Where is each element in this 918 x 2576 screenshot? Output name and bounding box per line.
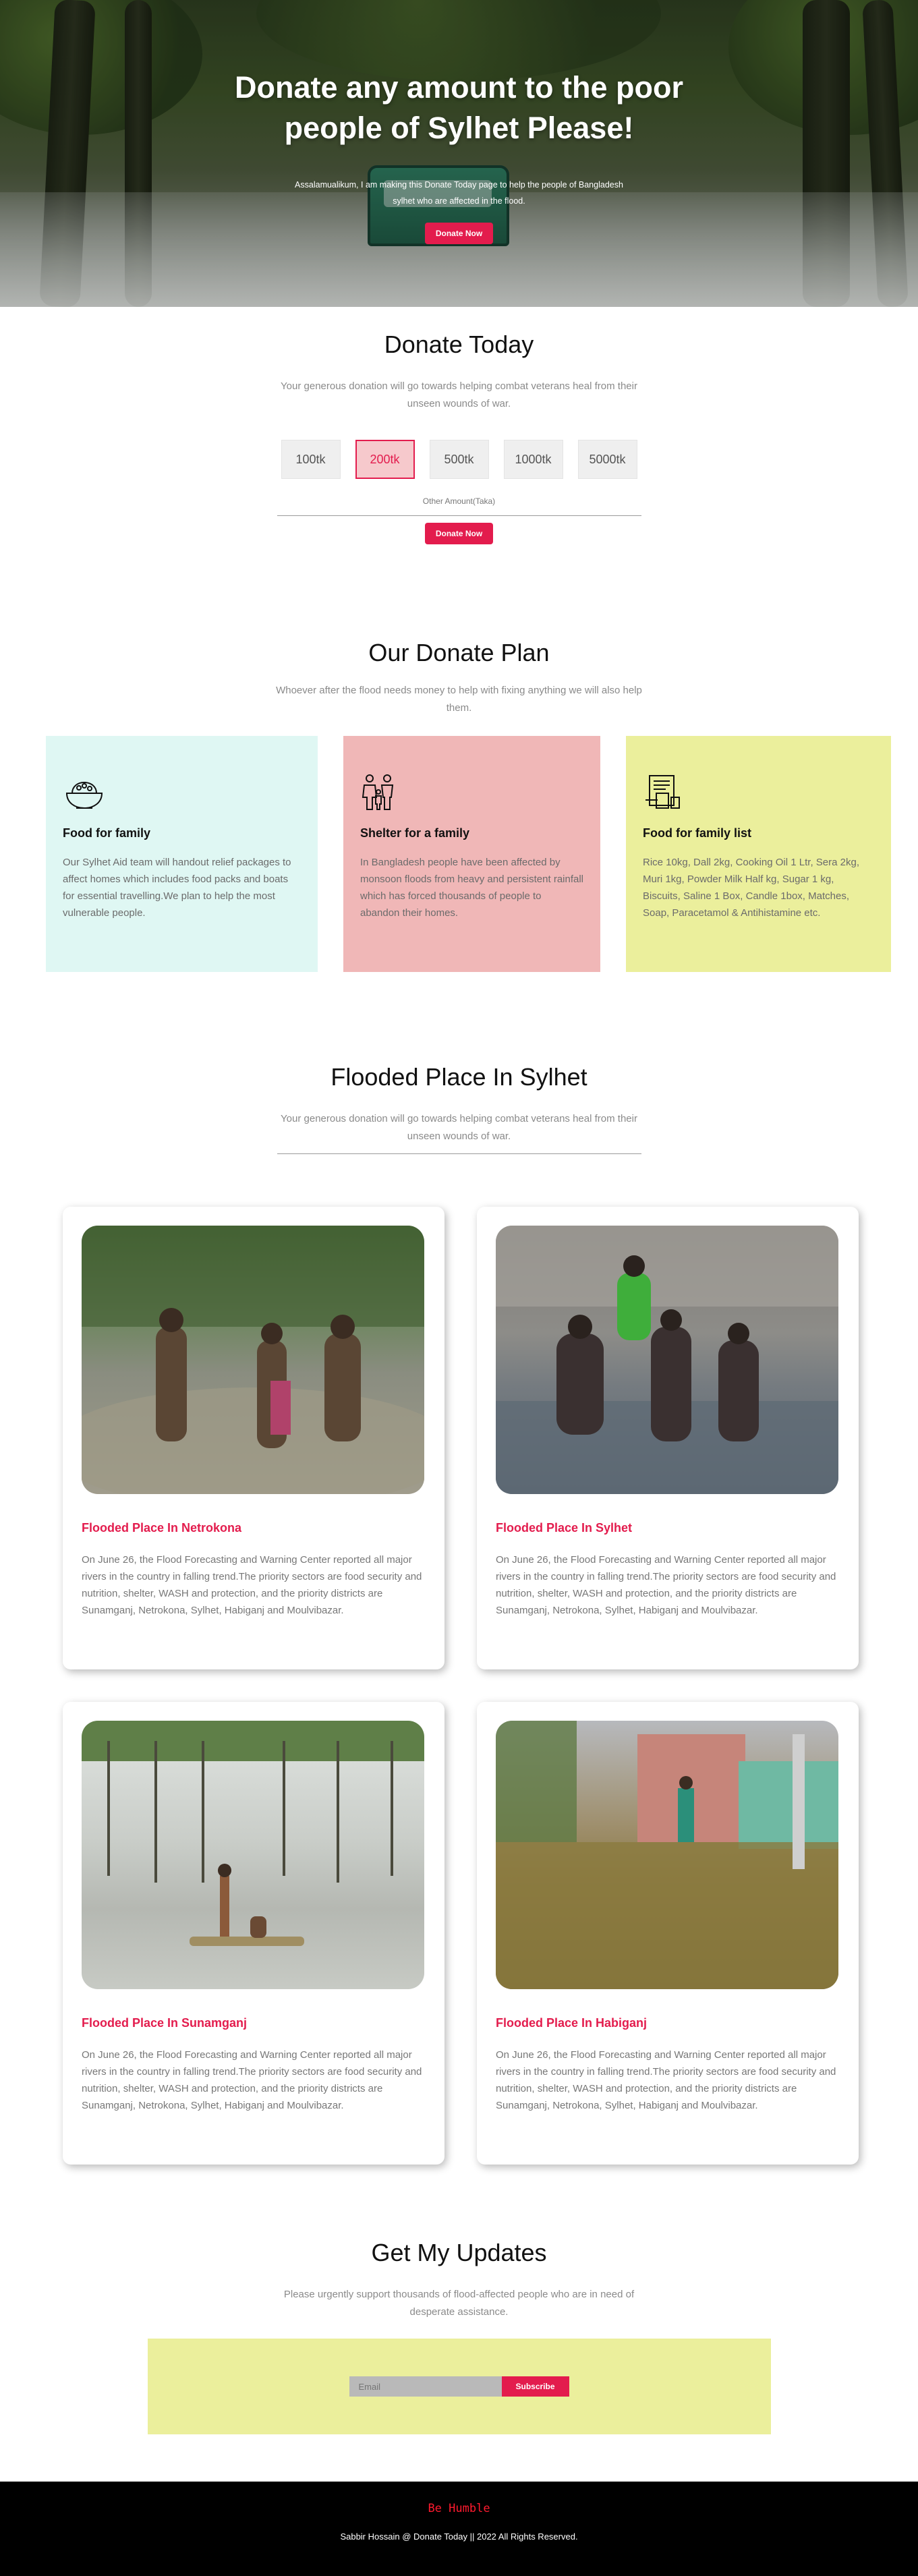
place-card: Flooded Place In Sylhet On June 26, the … <box>477 1207 859 1669</box>
amount-options: 100tk 200tk 500tk 1000tk 5000tk <box>0 440 918 479</box>
hero-donate-button[interactable]: Donate Now <box>424 223 494 244</box>
plan-card-text: Our Sylhet Aid team will handout relief … <box>63 857 291 919</box>
subscribe-button[interactable]: Subscribe <box>501 2376 569 2397</box>
donate-now-button[interactable]: Donate Now <box>424 523 494 544</box>
other-amount-label: Other Amount(Taka) <box>422 496 496 506</box>
hero-text: Assalamualikum, I am making this Donate … <box>295 180 623 206</box>
place-description: On June 26, the Flood Forecasting and Wa… <box>82 1554 422 1616</box>
flooded-subtitle: Your generous donation will go towards h… <box>281 1113 637 1142</box>
flooded-title: Flooded Place In Sylhet <box>331 1063 587 1091</box>
footer: Be Humble Sabbir Hossain @ Donate Today … <box>0 2482 918 2576</box>
hero-banner: Donate any amount to the poor people of … <box>0 0 918 307</box>
place-title[interactable]: Flooded Place In Sylhet <box>496 1521 840 1535</box>
divider <box>277 1153 641 1154</box>
place-photo-habiganj <box>496 1721 838 1989</box>
place-title[interactable]: Flooded Place In Netrokona <box>82 1521 426 1535</box>
footer-brand: Be Humble <box>428 2502 490 2515</box>
footer-copyright: Sabbir Hossain @ Donate Today || 2022 Al… <box>340 2531 578 2542</box>
donate-title: Donate Today <box>384 331 534 358</box>
place-card: Flooded Place In Habiganj On June 26, th… <box>477 1702 859 2165</box>
plan-card-text: In Bangladesh people have been affected … <box>360 857 584 919</box>
amount-option[interactable]: 5000tk <box>577 440 637 479</box>
plan-card: Food for family list Rice 10kg, Dall 2kg… <box>626 736 891 972</box>
plan-card-title: Shelter for a family <box>360 826 470 840</box>
food-bowl-icon <box>65 781 103 809</box>
email-input[interactable] <box>349 2376 502 2397</box>
plan-card-title: Food for family list <box>643 826 752 840</box>
family-icon <box>362 774 394 810</box>
place-card: Flooded Place In Netrokona On June 26, t… <box>63 1207 444 1669</box>
plan-card-text: Rice 10kg, Dall 2kg, Cooking Oil 1 Ltr, … <box>643 857 859 919</box>
place-photo-sunamganj <box>82 1721 424 1989</box>
place-description: On June 26, the Flood Forecasting and Wa… <box>496 1554 836 1616</box>
hero-title: Donate any amount to the poor people of … <box>234 70 683 145</box>
place-photo-sylhet <box>496 1226 838 1494</box>
other-amount-input[interactable] <box>277 515 641 516</box>
donate-subtitle: Your generous donation will go towards h… <box>281 380 637 409</box>
plan-card-title: Food for family <box>63 826 150 840</box>
amount-option[interactable]: 100tk <box>281 440 341 479</box>
plan-card: Shelter for a family In Bangladesh peopl… <box>343 736 600 972</box>
updates-section: Get My Updates Please urgently support t… <box>0 2165 918 2434</box>
place-title[interactable]: Flooded Place In Habiganj <box>496 2016 840 2030</box>
updates-title: Get My Updates <box>371 2239 547 2266</box>
grocery-list-icon <box>646 775 680 809</box>
place-photo-netrokona <box>82 1226 424 1494</box>
place-title[interactable]: Flooded Place In Sunamganj <box>82 2016 426 2030</box>
plan-section: Our Donate Plan Whoever after the flood … <box>0 544 918 972</box>
plan-subtitle: Whoever after the flood needs money to h… <box>276 685 642 714</box>
amount-option[interactable]: 500tk <box>429 440 489 479</box>
place-description: On June 26, the Flood Forecasting and Wa… <box>496 2049 836 2111</box>
donate-section: Donate Today Your generous donation will… <box>0 307 918 544</box>
place-description: On June 26, the Flood Forecasting and Wa… <box>82 2049 422 2111</box>
subscribe-box: Subscribe <box>147 2339 771 2434</box>
amount-option-selected[interactable]: 200tk <box>355 440 415 479</box>
flooded-section: Flooded Place In Sylhet Your generous do… <box>0 972 918 2165</box>
plan-title: Our Donate Plan <box>368 639 550 666</box>
place-card: Flooded Place In Sunamganj On June 26, t… <box>63 1702 444 2165</box>
updates-subtitle: Please urgently support thousands of flo… <box>283 2289 635 2318</box>
amount-option[interactable]: 1000tk <box>503 440 563 479</box>
plan-card: Food for family Our Sylhet Aid team will… <box>46 736 318 972</box>
